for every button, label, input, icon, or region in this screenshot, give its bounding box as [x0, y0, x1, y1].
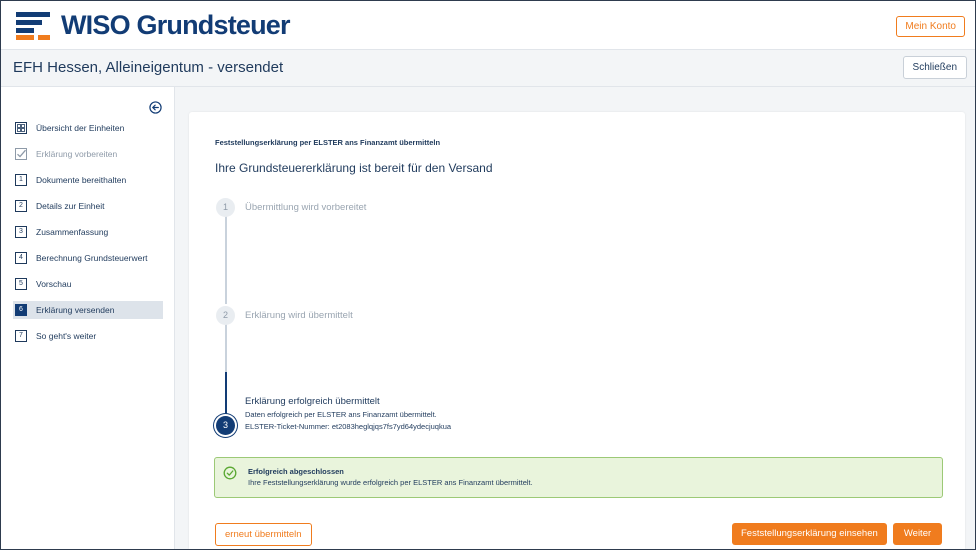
page-title: EFH Hessen, Alleineigentum - versendet [13, 59, 284, 76]
top-bar: WISO Grundsteuer Mein Konto [1, 1, 975, 50]
card-kicker: Feststellungserklärung per ELSTER ans Fi… [215, 138, 441, 147]
resend-button[interactable]: erneut übermitteln [215, 523, 312, 546]
alert-title: Erfolgreich abgeschlossen [248, 467, 344, 476]
sidebar-item-label: Übersicht der Einheiten [36, 123, 125, 133]
step-number-box: 5 [15, 278, 27, 290]
sidebar-item-label: So geht's weiter [36, 331, 97, 341]
alert-text: Ihre Feststellungserklärung wurde erfolg… [248, 478, 533, 487]
step-number-box: 6 [15, 304, 27, 316]
sidebar-item-summary[interactable]: 3 Zusammenfassung [13, 223, 163, 241]
sidebar-item-send[interactable]: 6 Erklärung versenden [13, 301, 163, 319]
step-2-marker: 2 [216, 306, 235, 325]
step-1-label: Übermittlung wird vorbereitet [245, 202, 367, 213]
sidebar-item-documents[interactable]: 1 Dokumente bereithalten [13, 171, 163, 189]
app-window: WISO Grundsteuer Mein Konto EFH Hessen, … [0, 0, 976, 550]
step-3-label: Erklärung erfolgreich übermittelt [245, 396, 380, 407]
timeline-connector [225, 216, 227, 304]
sidebar-item-label: Details zur Einheit [36, 201, 105, 211]
checkmark-icon [15, 148, 27, 160]
sidebar-item-next-steps[interactable]: 7 So geht's weiter [13, 327, 163, 345]
success-alert: Erfolgreich abgeschlossen Ihre Feststell… [214, 457, 943, 498]
timeline-connector [225, 324, 227, 372]
case-header: EFH Hessen, Alleineigentum - versendet S… [1, 50, 975, 87]
sidebar-item-calculation[interactable]: 4 Berechnung Grundsteuerwert [13, 249, 163, 267]
card-title: Ihre Grundsteuererklärung ist bereit für… [215, 161, 493, 175]
step-number-box: 3 [15, 226, 27, 238]
sidebar-item-label: Berechnung Grundsteuerwert [36, 253, 148, 263]
sidebar-item-label: Vorschau [36, 279, 72, 289]
view-declaration-button[interactable]: Feststellungserklärung einsehen [732, 523, 887, 545]
sidebar-item-label: Erklärung vorbereiten [36, 149, 118, 159]
overview-icon [15, 122, 27, 134]
sidebar-item-overview[interactable]: Übersicht der Einheiten [13, 119, 163, 137]
step-3-detail: Daten erfolgreich per ELSTER ans Finanza… [245, 410, 437, 419]
step-number-box: 4 [15, 252, 27, 264]
brand-name: WISO Grundsteuer [61, 10, 291, 40]
elster-ticket-number: ELSTER-Ticket-Nummer: et2083heglqjqs7fs7… [245, 422, 452, 431]
wiso-logo-icon [16, 12, 50, 40]
sidebar-item-label: Zusammenfassung [36, 227, 109, 237]
step-number-box: 7 [15, 330, 27, 342]
step-number-box: 2 [15, 200, 27, 212]
step-1-marker: 1 [216, 198, 235, 217]
timeline-connector-active [225, 372, 227, 416]
sidebar-item-label: Erklärung versenden [36, 305, 115, 315]
next-button[interactable]: Weiter [893, 523, 942, 545]
check-circle-icon [223, 466, 237, 480]
sidebar-item-prepare[interactable]: Erklärung vorbereiten [13, 145, 163, 163]
step-number-box: 1 [15, 174, 27, 186]
close-button[interactable]: Schließen [902, 56, 967, 79]
step-2-label: Erklärung wird übermittelt [245, 310, 353, 321]
submission-card: Feststellungserklärung per ELSTER ans Fi… [189, 112, 965, 549]
arrow-left-circle-icon[interactable] [149, 101, 162, 114]
sidebar-item-details[interactable]: 2 Details zur Einheit [13, 197, 163, 215]
sidebar: Übersicht der Einheiten Erklärung vorber… [1, 87, 175, 549]
sidebar-item-preview[interactable]: 5 Vorschau [13, 275, 163, 293]
my-account-button[interactable]: Mein Konto [896, 16, 965, 37]
step-3-marker: 3 [216, 416, 235, 435]
sidebar-item-label: Dokumente bereithalten [36, 175, 127, 185]
